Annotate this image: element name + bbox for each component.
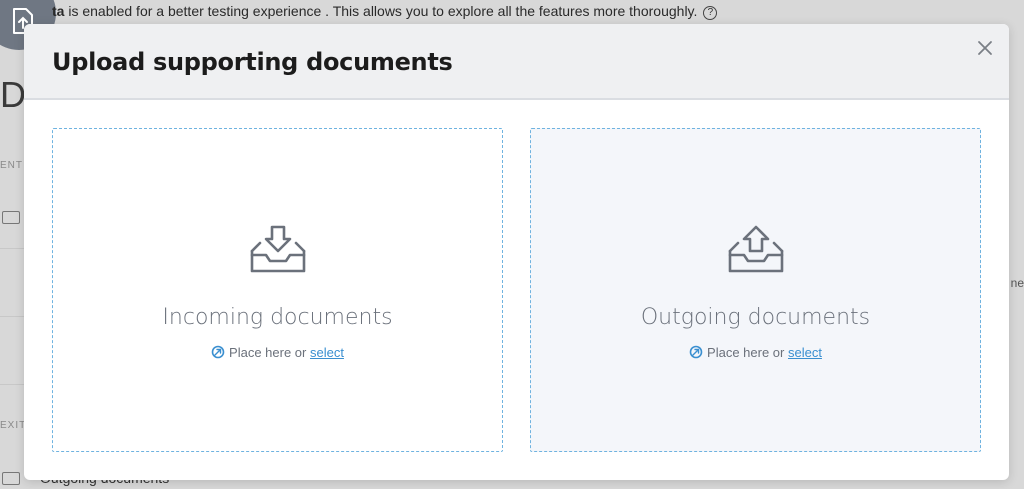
modal-title: Upload supporting documents [52, 48, 453, 76]
drag-drop-icon [211, 345, 225, 359]
incoming-hint-text: Place here or [229, 345, 307, 360]
folder-icon [2, 472, 20, 485]
question-circle-icon[interactable]: ? [703, 6, 718, 20]
outgoing-dropzone[interactable]: Outgoing documents Place here or select [530, 128, 981, 452]
close-button[interactable] [975, 38, 995, 58]
close-icon [978, 41, 992, 55]
outgoing-hint: Place here or select [531, 345, 980, 360]
incoming-select-link[interactable]: select [310, 345, 344, 360]
modal-header: Upload supporting documents [24, 24, 1009, 100]
outgoing-title: Outgoing documents [640, 305, 871, 330]
inbox-upload-icon [728, 225, 784, 280]
banner-bold-text: ta [52, 3, 65, 19]
incoming-hint: Place here or select [53, 345, 502, 360]
section-label-top: ENT [0, 160, 23, 171]
right-edge-fragment: ne [1010, 276, 1024, 290]
testing-banner: ta is enabled for a better testing exper… [0, 0, 1024, 24]
outgoing-hint-text: Place here or [707, 345, 785, 360]
drag-drop-icon [689, 345, 703, 359]
upload-modal: Upload supporting documents Incoming doc… [24, 24, 1009, 480]
incoming-title: Incoming documents [162, 305, 393, 330]
banner-text: is enabled for a better testing experien… [64, 3, 698, 19]
outgoing-select-link[interactable]: select [788, 345, 822, 360]
inbox-download-icon [250, 225, 306, 280]
page-heading-fragment: D [0, 74, 26, 115]
folder-icon [2, 211, 20, 224]
incoming-dropzone[interactable]: Incoming documents Place here or select [52, 128, 503, 452]
section-label-bottom: EXIT [0, 420, 27, 431]
